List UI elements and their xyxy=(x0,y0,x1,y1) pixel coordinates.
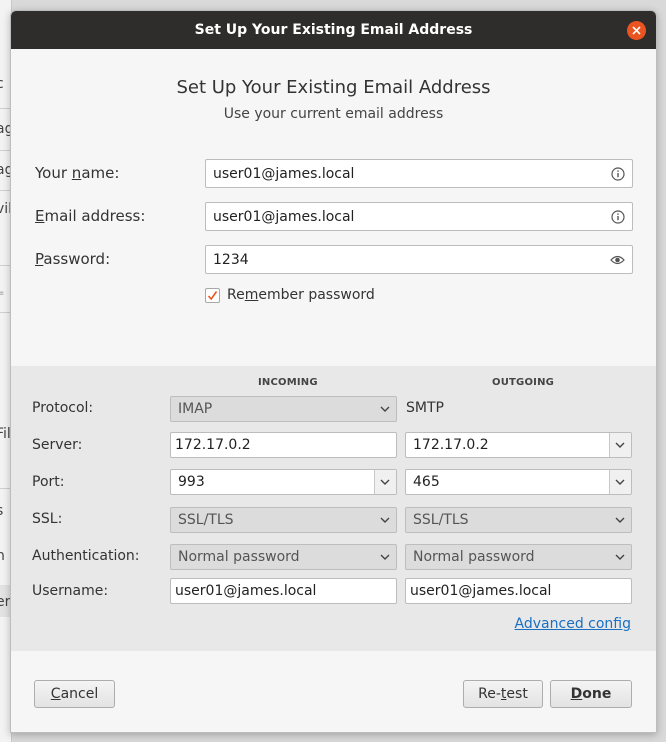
incoming-protocol-value: IMAP xyxy=(178,401,213,417)
name-field[interactable]: user01@james.local xyxy=(205,159,633,188)
done-button[interactable]: Done xyxy=(550,680,632,708)
remember-password-checkbox[interactable] xyxy=(205,287,220,303)
background-text: er xyxy=(0,594,11,610)
chevron-down-icon xyxy=(378,550,392,564)
retest-button[interactable]: Re-t est xyxy=(463,680,543,708)
server-label: Server: xyxy=(32,437,83,453)
outgoing-server-value: 172.17.0.2 xyxy=(413,437,489,453)
chevron-down-icon xyxy=(613,550,627,564)
outgoing-username-value: user01@james.local xyxy=(410,583,552,599)
window-title: Set Up Your Existing Email Address xyxy=(194,22,473,38)
chevron-down-icon xyxy=(613,475,627,489)
outgoing-ssl-value: SSL/TLS xyxy=(413,512,469,528)
info-icon[interactable] xyxy=(610,166,625,181)
email-field[interactable]: user01@james.local xyxy=(205,202,633,231)
outgoing-ssl-select[interactable]: SSL/TLS xyxy=(405,507,632,533)
incoming-auth-value: Normal password xyxy=(178,549,300,565)
chevron-down-icon xyxy=(613,513,627,527)
remember-password-row[interactable]: Remember password xyxy=(205,287,375,303)
outgoing-port-combo[interactable]: 465 xyxy=(405,469,632,495)
info-icon[interactable] xyxy=(610,209,625,224)
setup-dialog: Set Up Your Existing Email Address Set U… xyxy=(10,10,657,733)
outgoing-auth-select[interactable]: Normal password xyxy=(405,544,632,570)
outgoing-header: OUTGOING xyxy=(492,377,555,388)
chevron-down-icon xyxy=(378,402,392,416)
outgoing-port-value: 465 xyxy=(413,474,440,490)
authentication-label: Authentication: xyxy=(32,548,140,564)
chevron-down-icon xyxy=(378,513,392,527)
protocol-label: Protocol: xyxy=(32,400,94,416)
dialog-heading: Set Up Your Existing Email Address xyxy=(176,77,491,98)
incoming-port-dropdown[interactable] xyxy=(374,470,396,494)
incoming-protocol-select[interactable]: IMAP xyxy=(170,396,397,422)
close-icon xyxy=(632,26,641,35)
cancel-button[interactable]: Cancel xyxy=(34,680,115,708)
outgoing-server-dropdown[interactable] xyxy=(609,433,631,457)
background-text: = xyxy=(0,288,4,299)
chevron-down-icon xyxy=(378,475,392,489)
background-text: c xyxy=(0,76,4,92)
incoming-username-input[interactable]: user01@james.local xyxy=(170,578,397,604)
incoming-port-combo[interactable]: 993 xyxy=(170,469,397,495)
username-label: Username: xyxy=(32,583,109,599)
background-text: s xyxy=(0,503,3,519)
incoming-ssl-value: SSL/TLS xyxy=(178,512,234,528)
ssl-label: SSL: xyxy=(32,511,63,527)
port-label: Port: xyxy=(32,474,65,490)
dialog-subheading: Use your current email address xyxy=(223,106,444,122)
outgoing-auth-value: Normal password xyxy=(413,549,535,565)
incoming-header: INCOMING xyxy=(258,377,318,388)
incoming-ssl-select[interactable]: SSL/TLS xyxy=(170,507,397,533)
incoming-username-value: user01@james.local xyxy=(175,583,317,599)
incoming-port-value: 993 xyxy=(178,474,205,490)
password-value: 1234 xyxy=(213,251,249,268)
email-label: Email address: xyxy=(35,207,146,225)
remember-password-label: Remember password xyxy=(227,287,375,303)
password-label: Password: xyxy=(35,250,111,268)
name-label: Your name: xyxy=(35,164,120,182)
outgoing-port-dropdown[interactable] xyxy=(609,470,631,494)
checkmark-icon xyxy=(207,290,218,300)
outgoing-server-combo[interactable]: 172.17.0.2 xyxy=(405,432,632,458)
incoming-server-input[interactable]: 172.17.0.2 xyxy=(170,432,397,458)
close-button[interactable] xyxy=(627,21,646,40)
background-text: n xyxy=(0,548,5,564)
incoming-auth-select[interactable]: Normal password xyxy=(170,544,397,570)
chevron-down-icon xyxy=(613,438,627,452)
email-value: user01@james.local xyxy=(213,208,355,225)
password-field[interactable]: 1234 xyxy=(205,245,633,274)
advanced-config-link[interactable]: Advanced config xyxy=(515,616,631,632)
title-bar[interactable]: Set Up Your Existing Email Address xyxy=(11,11,656,49)
outgoing-username-input[interactable]: user01@james.local xyxy=(405,578,632,604)
name-value: user01@james.local xyxy=(213,165,355,182)
incoming-server-value: 172.17.0.2 xyxy=(175,437,251,453)
eye-icon[interactable] xyxy=(610,252,625,267)
outgoing-protocol-value: SMTP xyxy=(406,400,444,416)
